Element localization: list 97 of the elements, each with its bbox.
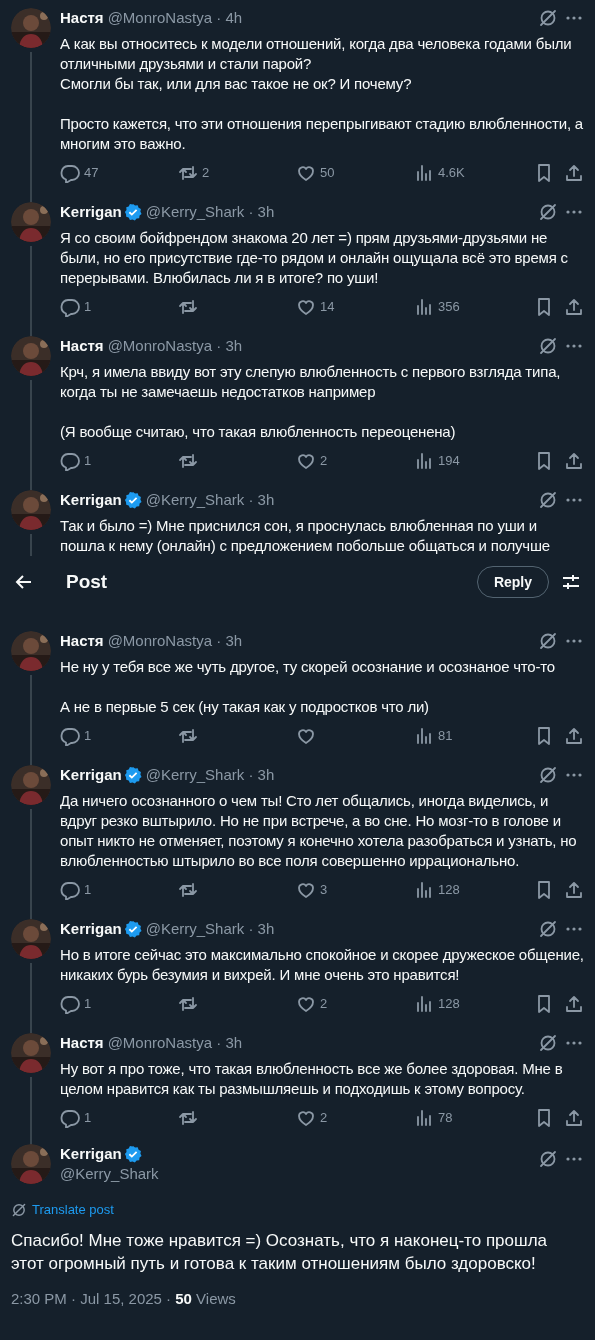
author-name: Kerrigan: [60, 1144, 122, 1164]
like-icon[interactable]: [296, 880, 316, 900]
post-text: Крч, я имела ввиду вот эту слепую влюбленность с первого взгляда типа, когда ты не замечаешь недостатков например (Я вообще считаю, что такая влюбленность переоценена): [60, 362, 562, 442]
views-count: 4.6K: [438, 164, 465, 183]
like-icon[interactable]: [296, 994, 316, 1014]
share-icon[interactable]: [564, 297, 584, 317]
reply-count: 1: [84, 881, 92, 900]
slashed-circle-icon: [538, 1149, 558, 1169]
post-text: Не ну у тебя все же чуть другое, ту скорей осознание и осознаное что-то А не в первые 5 сек (ну такая как у подростков что ли): [60, 657, 556, 717]
repost-count: 2: [202, 164, 210, 183]
reply-icon[interactable]: [60, 297, 80, 317]
like-count: 2: [320, 452, 328, 471]
reply-icon[interactable]: [60, 1108, 80, 1128]
handle-time: @Kerry_Shark · 3h: [145, 919, 275, 939]
views-count: 128: [438, 881, 460, 900]
slashed-circle-icon: [538, 8, 558, 28]
views-icon[interactable]: [414, 451, 434, 471]
repost-icon[interactable]: [178, 880, 198, 900]
like-count: 14: [320, 298, 335, 317]
translate-link[interactable]: Translate post: [32, 1200, 114, 1220]
views-count: 128: [438, 995, 460, 1014]
like-count: 3: [320, 881, 328, 900]
repost-icon[interactable]: [178, 1108, 198, 1128]
post-text: Ну вот я про тоже, что такая влюбленность все же более здоровая. Мне в целом нравится как ты размышляешь и подходишь к этому вопросу.: [60, 1059, 564, 1099]
reply-icon[interactable]: [60, 880, 80, 900]
author-name: Настя: [60, 1033, 104, 1053]
slashed-circle-icon: [538, 919, 558, 939]
share-icon[interactable]: [564, 880, 584, 900]
post-text: Но в итоге сейчас это максимально спокойное и скорее дружеское общение, никаких бурь безумия и вихрей. И мне очень это нравится!: [60, 945, 584, 985]
author-name: Kerrigan: [60, 919, 122, 939]
repost-icon[interactable]: [178, 451, 198, 471]
author-name: Kerrigan: [60, 202, 122, 222]
author-handle: @Kerry_Shark: [60, 1164, 159, 1184]
handle-time: @MonroNastya · 3h: [107, 631, 243, 651]
handle-time: @Kerry_Shark · 3h: [145, 765, 275, 785]
reply-icon[interactable]: [60, 163, 80, 183]
post-text: А как вы относитесь к модели отношений, когда два человека годами были отличными друзьями и стали парой? Смогли бы так, или для вас такое не ок? И почему? Просто кажется, что эти отношения перепрыгивают стадию влюбленности, а многим это важно.: [60, 34, 584, 154]
handle-time: @MonroNastya · 3h: [107, 1033, 243, 1053]
views-count: 78: [438, 1109, 453, 1128]
slashed-circle-icon: [538, 202, 558, 222]
handle-time: @MonroNastya · 4h: [107, 8, 243, 28]
like-count: 2: [320, 995, 328, 1014]
views-icon[interactable]: [414, 297, 434, 317]
like-count: 2: [320, 1109, 328, 1128]
share-icon[interactable]: [564, 451, 584, 471]
slashed-circle-icon: [538, 490, 558, 510]
views-count: 356: [438, 298, 460, 317]
share-icon[interactable]: [564, 163, 584, 183]
repost-icon[interactable]: [178, 163, 198, 183]
views-icon[interactable]: [414, 726, 434, 746]
author-name: Настя: [60, 8, 104, 28]
post-meta: 2:30 PM · Jul 15, 2025 · 50 Views: [11, 1288, 237, 1309]
slashed-circle-icon: [11, 1201, 27, 1218]
slashed-circle-icon: [538, 631, 558, 651]
author-name: Kerrigan: [60, 765, 122, 785]
views-count: 194: [438, 452, 460, 471]
repost-icon[interactable]: [178, 994, 198, 1014]
slashed-circle-icon: [538, 336, 558, 356]
share-icon[interactable]: [564, 994, 584, 1014]
repost-icon[interactable]: [178, 726, 198, 746]
reply-icon[interactable]: [60, 451, 80, 471]
post-text: Так и было =) Мне приснился сон, я проснулась влюбленная по уши и пошла к нему (онлайн) с предложением побольше общаться и получше: [60, 516, 551, 556]
post-text: Я со своим бойфрендом знакома 20 лет =) прям друзьями-друзьями не были, но его присутствие где-то рядом и онлайн ощущала всё это время с перерывами. Влюбилась ли я в итоге? по уши!: [60, 228, 569, 288]
slashed-circle-icon: [538, 1033, 558, 1053]
share-icon[interactable]: [564, 726, 584, 746]
page-title: Post: [66, 569, 108, 594]
share-icon[interactable]: [564, 1108, 584, 1128]
reply-count: 1: [84, 298, 92, 317]
filter-icon[interactable]: [561, 572, 581, 592]
repost-icon[interactable]: [178, 297, 198, 317]
reply-count: 1: [84, 727, 92, 746]
views-icon[interactable]: [414, 1108, 434, 1128]
reply-icon[interactable]: [60, 994, 80, 1014]
handle-time: @MonroNastya · 3h: [107, 336, 243, 356]
like-count: 50: [320, 164, 335, 183]
views-icon[interactable]: [414, 994, 434, 1014]
like-icon[interactable]: [296, 451, 316, 471]
slashed-circle-icon: [538, 765, 558, 785]
post-text: Спасибо! Мне тоже нравится =) Осознать, что я наконец-то прошла этот огромный путь и готова к таким отношениям было здоровско!: [11, 1229, 549, 1275]
views-count: 81: [438, 727, 453, 746]
reply-count: 1: [84, 995, 92, 1014]
like-icon[interactable]: [296, 163, 316, 183]
like-icon[interactable]: [296, 1108, 316, 1128]
author-name: Настя: [60, 631, 104, 651]
post-text: Да ничего осознанного о чем ты! Сто лет общались, иногда виделись, и вдруг резко вштырило. Но не при встрече, а во сне. Но мозг-то в голове и опыт никто не отменяет, поэтому я конечно хотела разобраться и узнать, но влюбленностью штырило во все поля совершенно иррационально.: [60, 791, 578, 871]
handle-time: @Kerry_Shark · 3h: [145, 202, 275, 222]
reply-icon[interactable]: [60, 726, 80, 746]
reply-count: 1: [84, 452, 92, 471]
views-icon[interactable]: [414, 880, 434, 900]
reply-count: 1: [84, 1109, 92, 1128]
reply-count: 47: [84, 164, 99, 183]
handle-time: @Kerry_Shark · 3h: [145, 490, 275, 510]
views-icon[interactable]: [414, 163, 434, 183]
like-icon[interactable]: [296, 297, 316, 317]
like-icon[interactable]: [296, 726, 316, 746]
author-name: Настя: [60, 336, 104, 356]
author-name: Kerrigan: [60, 490, 122, 510]
